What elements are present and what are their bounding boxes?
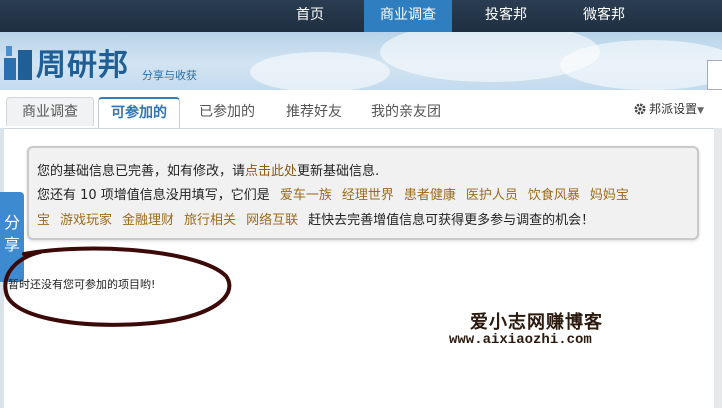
- empty-message: 暂时还没有您可参加的项目哟!: [8, 278, 156, 291]
- cloud-decoration: [250, 52, 390, 90]
- tag-medical-staff[interactable]: 医护人员: [466, 188, 518, 203]
- chevron-down-icon: ▼: [697, 106, 704, 116]
- tab-business-survey[interactable]: 商业调查: [6, 97, 94, 126]
- settings-button[interactable]: 邦派设置▼: [633, 100, 704, 118]
- slogan: 分享与收获: [142, 69, 197, 82]
- logo-icon: [4, 46, 32, 80]
- tag-food-storm[interactable]: 饮食风暴: [528, 188, 580, 203]
- nav-item-toukebang[interactable]: 投客邦: [474, 0, 538, 32]
- tag-travel[interactable]: 旅行相关: [184, 213, 236, 228]
- logo-text[interactable]: 周研邦: [36, 40, 129, 84]
- settings-label: 邦派设置: [649, 102, 698, 116]
- tab-bar: 商业调查 可参加的 已参加的 推荐好友 我的亲友团: [0, 90, 722, 129]
- right-scrollbar[interactable]: [714, 128, 722, 408]
- encourage-text: 赶快去完善增值信息可获得更多参与调查的机会！: [308, 213, 595, 228]
- tag-car-fans[interactable]: 爱车一族: [280, 188, 332, 203]
- basic-info-text: 您的基础信息已完善，如有修改，请: [37, 164, 246, 179]
- tag-internet[interactable]: 网络互联: [246, 213, 298, 228]
- extra-info-text: 您还有 10 项增值信息没用填写，它们是: [37, 188, 270, 203]
- cloud-decoration: [560, 40, 722, 90]
- tag-manager-world[interactable]: 经理世界: [342, 188, 394, 203]
- tag-finance[interactable]: 金融理财: [122, 213, 174, 228]
- extra-info-line: 您还有 10 项增值信息没用填写，它们是 爱车一族 经理世界 患者健康 医护人员 饮食风暴…: [37, 184, 629, 203]
- basic-info-suffix: 更新基础信息.: [297, 164, 380, 179]
- nav-item-business-survey[interactable]: 商业调查: [364, 0, 452, 32]
- gear-icon: [634, 103, 646, 115]
- top-nav: 首页 商业调查 投客邦 微客邦: [0, 0, 722, 32]
- tag-mommy-baby-continued[interactable]: 宝: [37, 213, 50, 228]
- extra-info-line-2: 宝游戏玩家 金融理财 旅行相关 网络互联 赶快去完善增值信息可获得更多参与调查的机会！: [37, 209, 594, 228]
- header-side-box: [707, 60, 722, 90]
- share-label-1: 分: [3, 213, 20, 232]
- tag-patient-health[interactable]: 患者健康: [404, 188, 456, 203]
- tag-mommy-baby[interactable]: 妈妈宝: [590, 188, 629, 203]
- nav-item-weikebang[interactable]: 微客邦: [572, 0, 636, 32]
- watermark-title: 爱小志网赚博客: [470, 312, 603, 333]
- tab-available[interactable]: 可参加的: [98, 97, 180, 128]
- nav-item-home[interactable]: 首页: [282, 0, 338, 32]
- basic-info-line: 您的基础信息已完善，如有修改，请点击此处更新基础信息.: [37, 160, 379, 179]
- info-panel: 您的基础信息已完善，如有修改，请点击此处更新基础信息. 您还有 10 项增值信息…: [27, 146, 699, 240]
- update-basic-info-link[interactable]: 点击此处: [245, 164, 297, 179]
- tab-joined[interactable]: 已参加的: [188, 97, 266, 126]
- tag-gamers[interactable]: 游戏玩家: [60, 213, 112, 228]
- tab-friends-group[interactable]: 我的亲友团: [362, 97, 450, 126]
- tab-recommend-friends[interactable]: 推荐好友: [274, 97, 354, 126]
- watermark-url: www.aixiaozhi.com: [449, 332, 592, 348]
- header-banner: 周研邦 分享与收获: [0, 32, 722, 90]
